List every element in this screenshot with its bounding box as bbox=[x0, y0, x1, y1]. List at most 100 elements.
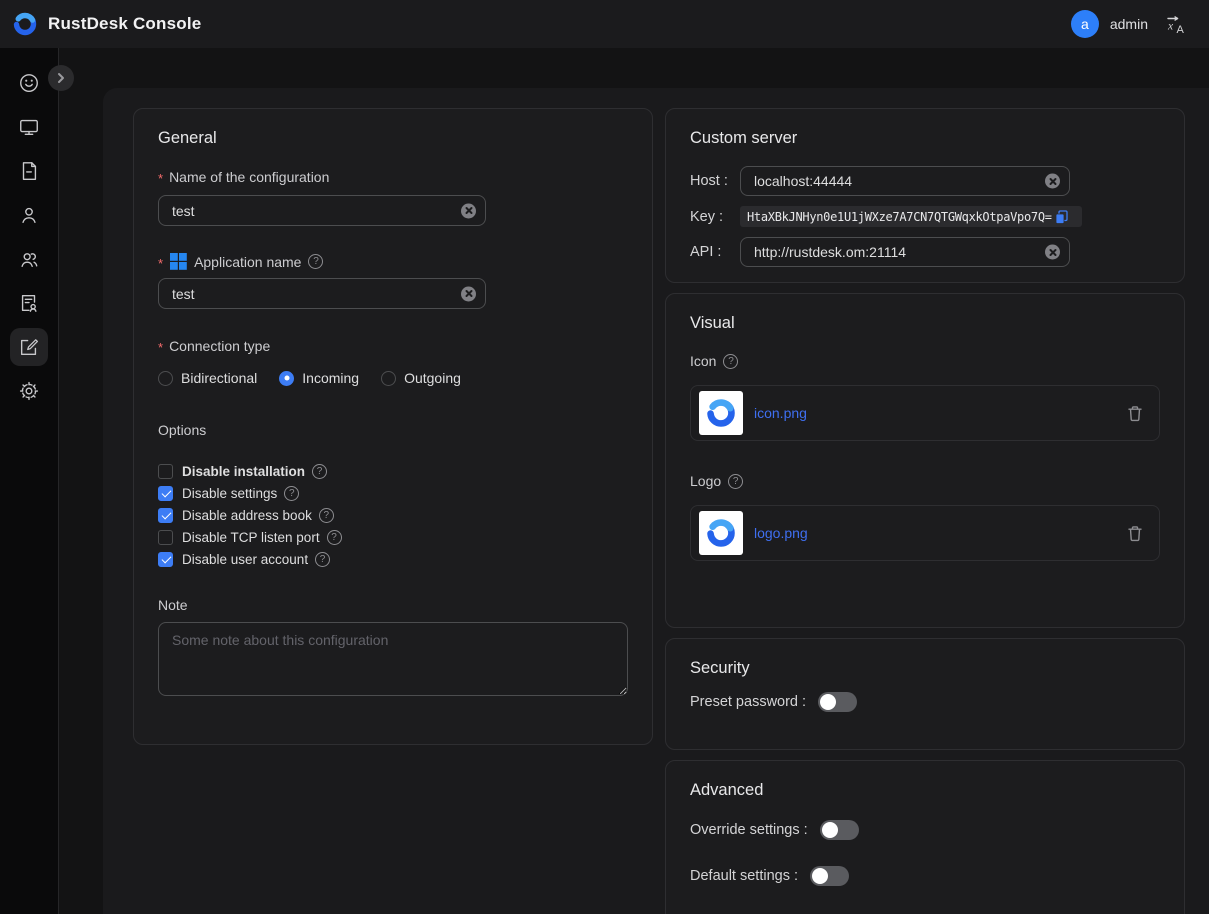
preset-password-label: Preset password : bbox=[690, 694, 806, 710]
help-icon[interactable] bbox=[728, 474, 743, 489]
trash-icon[interactable] bbox=[1127, 525, 1143, 542]
user-menu[interactable]: a admin bbox=[1071, 10, 1148, 38]
rustdesk-logo-icon bbox=[705, 517, 737, 549]
help-icon[interactable] bbox=[284, 486, 299, 501]
trash-icon[interactable] bbox=[1127, 405, 1143, 422]
security-panel: Security Preset password : bbox=[665, 638, 1185, 750]
svg-text:x: x bbox=[1167, 20, 1174, 32]
logo-thumbnail bbox=[699, 511, 743, 555]
checkbox-disable-address-book[interactable]: Disable address book bbox=[158, 504, 628, 526]
help-icon[interactable] bbox=[315, 552, 330, 567]
svg-text:A: A bbox=[1177, 24, 1185, 35]
radio-dot bbox=[381, 371, 396, 386]
sidebar-item-groups[interactable] bbox=[10, 240, 48, 278]
radio-dot bbox=[279, 371, 294, 386]
help-icon[interactable] bbox=[319, 508, 334, 523]
host-label: Host : bbox=[690, 173, 740, 189]
monitor-icon bbox=[18, 116, 40, 138]
brand: RustDesk Console bbox=[12, 11, 201, 37]
config-name-label: Name of the configuration bbox=[158, 169, 628, 185]
radio-dot bbox=[158, 371, 173, 386]
sidebar-item-devices[interactable] bbox=[10, 108, 48, 146]
document-icon bbox=[18, 160, 40, 182]
help-icon[interactable] bbox=[312, 464, 327, 479]
required-mark bbox=[158, 254, 166, 270]
edit-icon bbox=[18, 336, 40, 358]
checkbox-disable-installation[interactable]: Disable installation bbox=[158, 460, 628, 482]
sidebar-item-users[interactable] bbox=[10, 196, 48, 234]
config-name-field bbox=[158, 195, 486, 226]
sidebar-item-audit[interactable] bbox=[10, 284, 48, 322]
default-settings-toggle[interactable] bbox=[810, 866, 849, 886]
user-name: admin bbox=[1110, 16, 1148, 32]
host-field bbox=[740, 166, 1070, 196]
app-name-input[interactable] bbox=[159, 286, 485, 302]
note-label: Note bbox=[158, 597, 628, 613]
key-value-block: HtaXBkJNHyn0e1U1jWXze7A7CN7QTGWqxkOtpaVp… bbox=[740, 206, 1082, 227]
chevron-right-icon bbox=[55, 72, 67, 84]
note-textarea[interactable] bbox=[158, 622, 628, 696]
gear-icon bbox=[18, 380, 40, 402]
sidebar-item-settings[interactable] bbox=[10, 372, 48, 410]
clear-icon[interactable] bbox=[1045, 245, 1060, 260]
content-area: General Name of the configuration bbox=[59, 48, 1209, 914]
host-input[interactable] bbox=[741, 173, 1069, 189]
help-icon[interactable] bbox=[723, 354, 738, 369]
checkbox-box bbox=[158, 552, 173, 567]
logo-label: Logo bbox=[690, 473, 1160, 489]
icon-file-link[interactable]: icon.png bbox=[754, 405, 807, 421]
required-mark bbox=[158, 338, 166, 354]
options-label: Options bbox=[158, 422, 628, 438]
connection-type-group: Bidirectional Incoming Outgoing bbox=[158, 370, 628, 386]
icon-thumbnail bbox=[699, 391, 743, 435]
clear-icon[interactable] bbox=[461, 203, 476, 218]
key-label: Key : bbox=[690, 209, 740, 225]
visual-panel: Visual Icon icon.png bbox=[665, 293, 1185, 628]
required-mark bbox=[158, 169, 166, 185]
checkbox-box bbox=[158, 464, 173, 479]
clear-icon[interactable] bbox=[1045, 174, 1060, 189]
api-input[interactable] bbox=[741, 244, 1069, 260]
windows-logo-icon bbox=[170, 253, 187, 270]
advanced-panel: Advanced Override settings : Default set… bbox=[665, 760, 1185, 914]
translate-icon[interactable]: x A bbox=[1166, 14, 1187, 35]
logo-file-link[interactable]: logo.png bbox=[754, 525, 808, 541]
copy-icon[interactable] bbox=[1055, 210, 1068, 224]
checkbox-disable-user-account[interactable]: Disable user account bbox=[158, 548, 628, 570]
preset-password-toggle[interactable] bbox=[818, 692, 857, 712]
help-icon[interactable] bbox=[308, 254, 323, 269]
connection-type-label: Connection type bbox=[158, 338, 628, 354]
radio-incoming[interactable]: Incoming bbox=[279, 370, 359, 386]
checkbox-box bbox=[158, 486, 173, 501]
radio-outgoing[interactable]: Outgoing bbox=[381, 370, 461, 386]
checkbox-disable-tcp-listen-port[interactable]: Disable TCP listen port bbox=[158, 526, 628, 548]
api-label: API : bbox=[690, 244, 740, 260]
avatar[interactable]: a bbox=[1071, 10, 1099, 38]
smiley-icon bbox=[18, 72, 40, 94]
logo-file-row: logo.png bbox=[690, 505, 1160, 561]
general-panel: General Name of the configuration bbox=[133, 108, 653, 745]
app-title: RustDesk Console bbox=[48, 14, 201, 34]
default-settings-label: Default settings : bbox=[690, 868, 798, 884]
main-container: General Name of the configuration bbox=[103, 88, 1209, 914]
override-settings-toggle[interactable] bbox=[820, 820, 859, 840]
advanced-title: Advanced bbox=[690, 781, 1160, 800]
user-icon bbox=[18, 204, 40, 226]
config-name-input[interactable] bbox=[159, 203, 485, 219]
sidebar-item-dashboard[interactable] bbox=[10, 64, 48, 102]
visual-title: Visual bbox=[690, 314, 1160, 333]
custom-server-title: Custom server bbox=[690, 129, 1160, 148]
sidebar-expand-button[interactable] bbox=[48, 65, 74, 91]
icon-label: Icon bbox=[690, 353, 1160, 369]
sidebar-item-custom-client[interactable] bbox=[10, 328, 48, 366]
sidebar bbox=[0, 48, 59, 914]
general-title: General bbox=[158, 129, 628, 148]
audit-log-icon bbox=[18, 292, 40, 314]
help-icon[interactable] bbox=[327, 530, 342, 545]
options-group: Disable installation Disable settings Di… bbox=[158, 460, 628, 570]
rustdesk-logo-icon bbox=[705, 397, 737, 429]
clear-icon[interactable] bbox=[461, 286, 476, 301]
checkbox-disable-settings[interactable]: Disable settings bbox=[158, 482, 628, 504]
sidebar-item-documents[interactable] bbox=[10, 152, 48, 190]
radio-bidirectional[interactable]: Bidirectional bbox=[158, 370, 257, 386]
